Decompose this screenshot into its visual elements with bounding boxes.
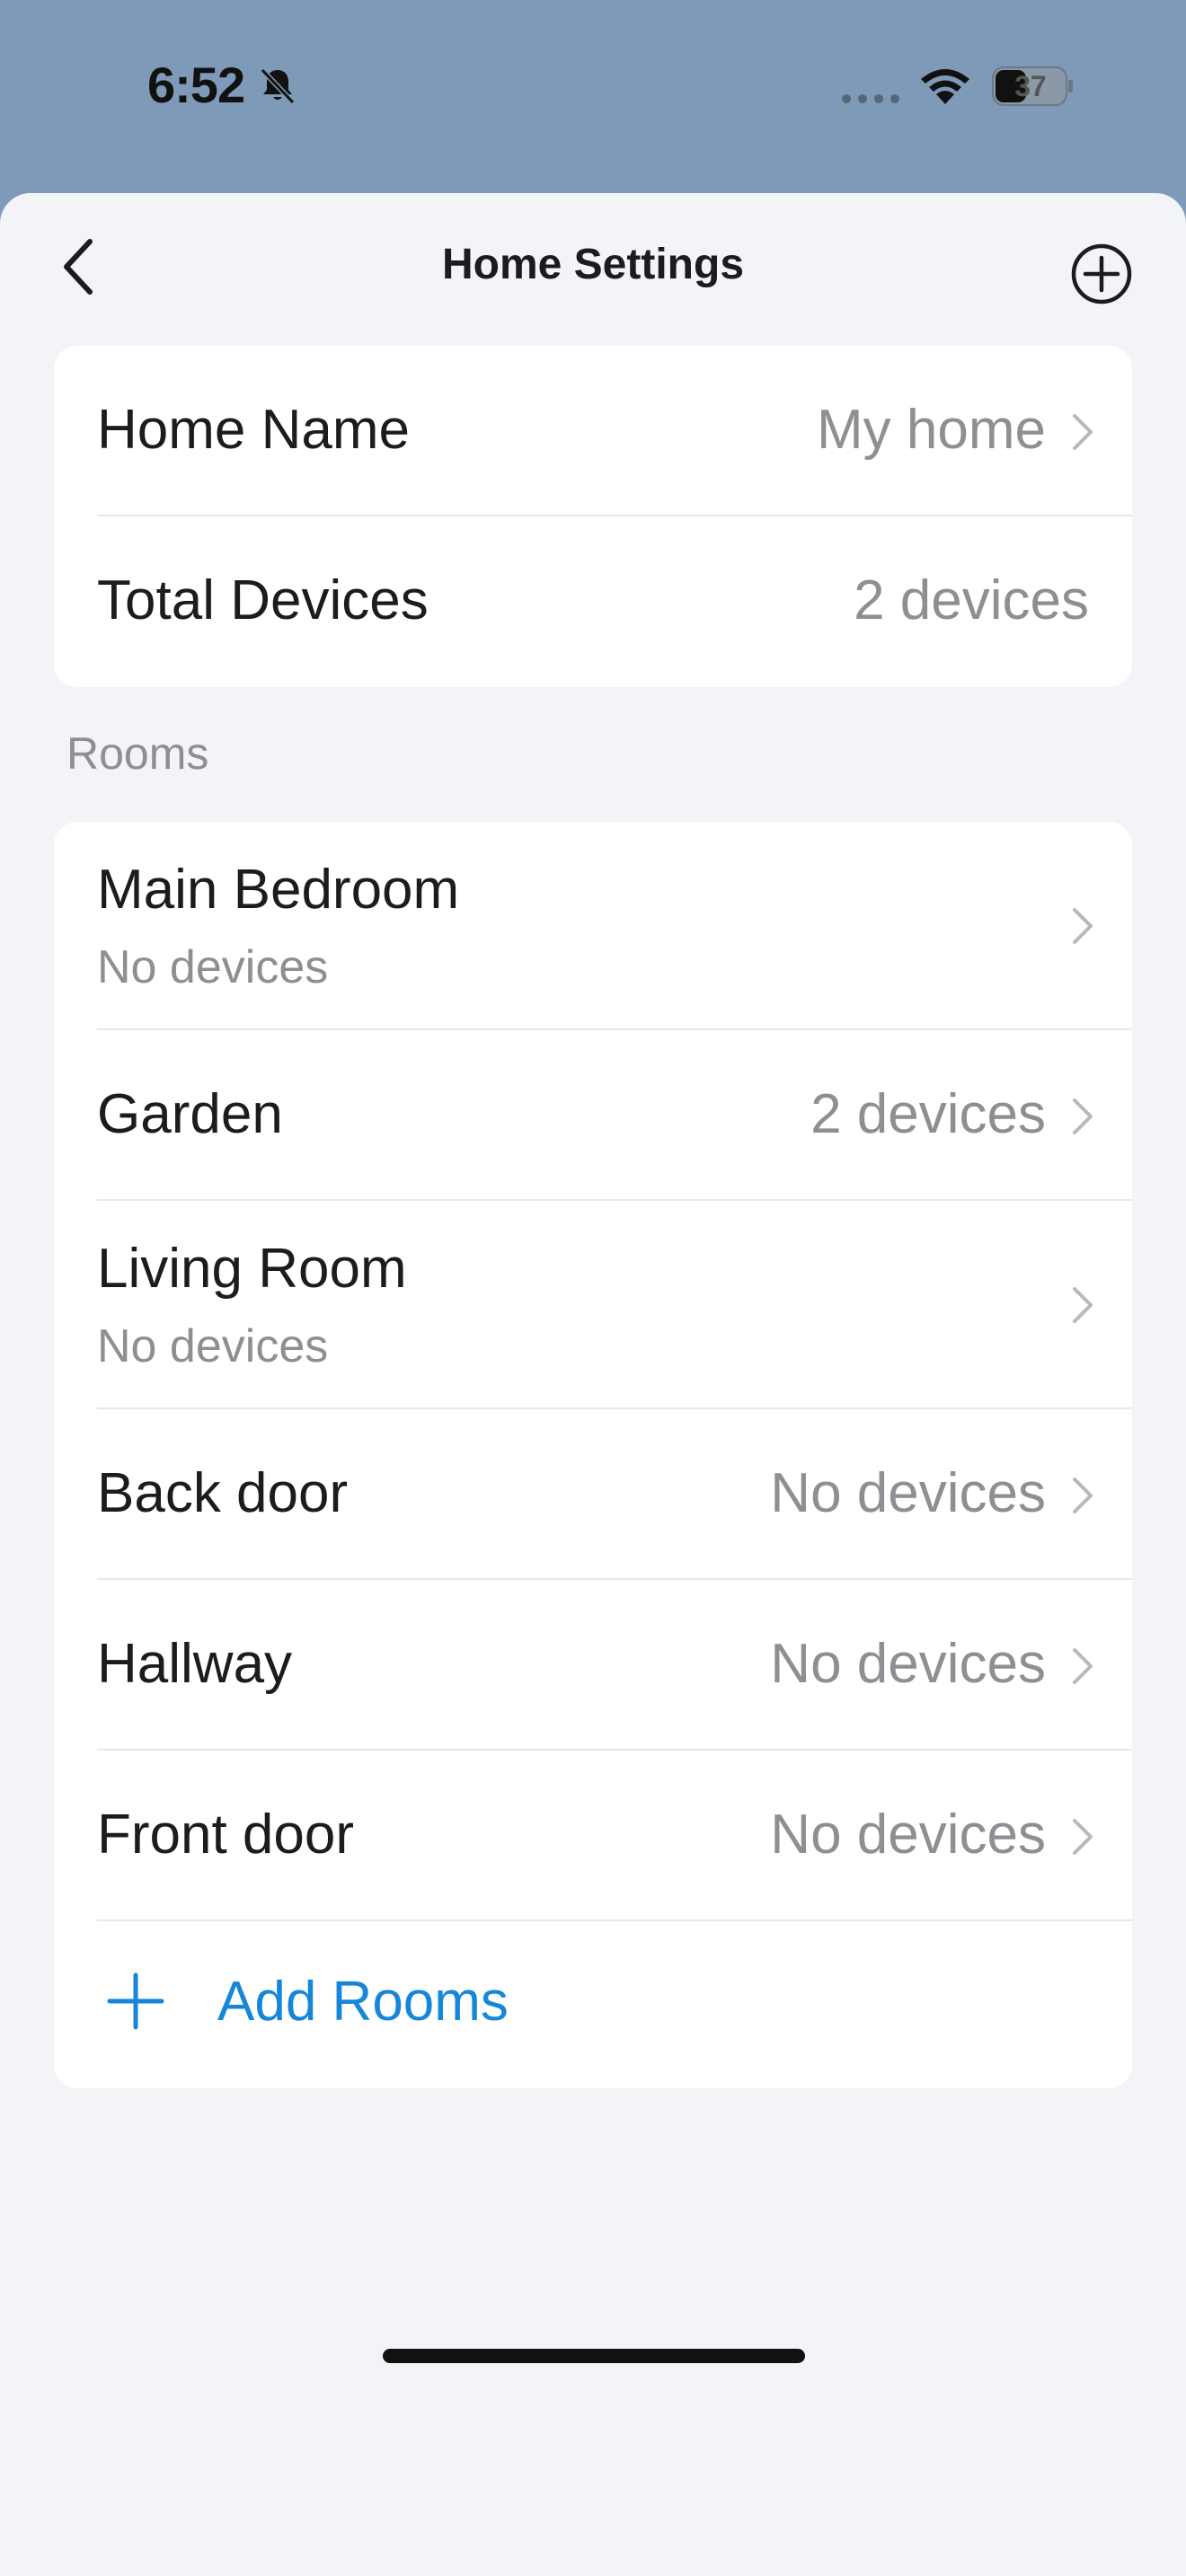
room-devices: No devices [97,1320,329,1372]
total-devices-label: Total Devices [97,569,429,631]
room-name: Garden [97,1083,283,1145]
battery-level: 37 [1014,70,1047,102]
add-button[interactable] [1066,238,1137,310]
room-devices: No devices [770,1804,1046,1866]
home-info-card: Home Name My home Total Devices 2 device… [54,346,1132,687]
room-row-front-door[interactable]: Front door No devices [54,1751,1132,1921]
room-name: Front door [97,1804,355,1866]
status-time: 6:52 [147,57,245,113]
chevron-right-icon [1073,414,1093,450]
home-indicator[interactable] [383,2349,805,2363]
status-bar: 6:52 37 [0,0,1186,193]
chevron-right-icon [1073,908,1093,944]
room-row-living-room[interactable]: Living Room No devices [54,1201,1132,1409]
page-title: Home Settings [441,241,745,288]
wifi-icon [921,69,969,104]
room-devices: No devices [770,1633,1046,1695]
room-name: Main Bedroom [97,859,460,921]
room-row-garden[interactable]: Garden 2 devices [54,1030,1132,1201]
home-name-value: My home [817,399,1046,461]
settings-sheet: Home Settings Home Name My home Total De… [0,193,1186,2576]
home-name-label: Home Name [97,399,410,461]
room-name: Living Room [97,1238,407,1300]
room-devices: 2 devices [810,1083,1046,1145]
bell-slash-icon [260,67,296,105]
add-rooms-label: Add Rooms [217,1971,509,2033]
plus-icon [107,1972,164,2030]
room-name: Hallway [97,1633,293,1695]
add-rooms-button[interactable]: Add Rooms [54,1921,1132,2088]
room-row-back-door[interactable]: Back door No devices [54,1409,1132,1580]
room-row-hallway[interactable]: Hallway No devices [54,1580,1132,1751]
chevron-right-icon [1073,1819,1093,1855]
chevron-right-icon [1073,1478,1093,1513]
home-name-row[interactable]: Home Name My home [54,346,1132,516]
room-name: Back door [97,1462,349,1524]
nav-bar: Home Settings [0,193,1186,346]
cellular-signal-icon [842,94,899,103]
total-devices-row: Total Devices 2 devices [54,516,1132,687]
rooms-card: Main Bedroom No devices Garden 2 devices… [54,822,1132,2088]
total-devices-value: 2 devices [854,569,1089,631]
room-devices: No devices [770,1462,1046,1524]
room-devices: No devices [97,941,329,993]
room-row-main-bedroom[interactable]: Main Bedroom No devices [54,822,1132,1030]
chevron-right-icon [1073,1098,1093,1134]
chevron-right-icon [1073,1287,1093,1323]
rooms-section-label: Rooms [66,728,209,779]
chevron-right-icon [1073,1648,1093,1684]
